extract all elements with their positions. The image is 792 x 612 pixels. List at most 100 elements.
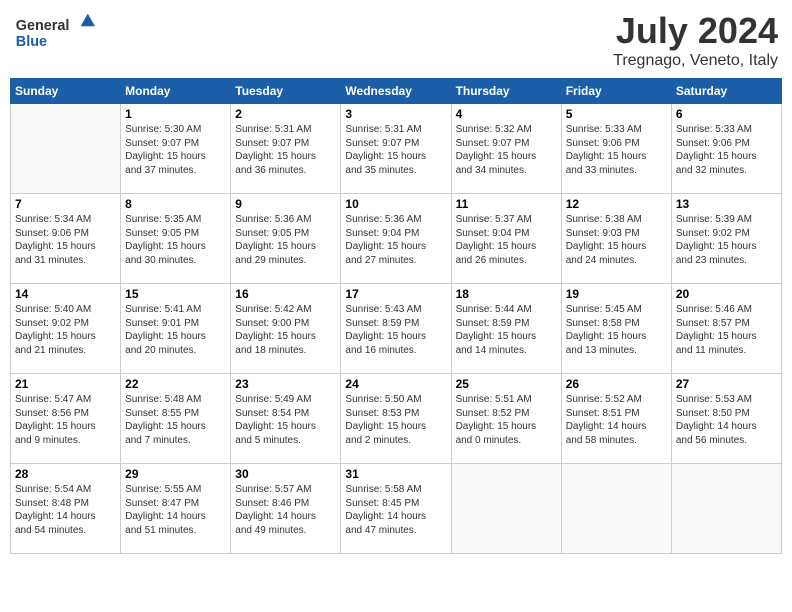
day-info: Sunrise: 5:31 AM Sunset: 9:07 PM Dayligh… bbox=[235, 123, 336, 177]
day-number: 20 bbox=[676, 287, 777, 301]
calendar-cell: 14 Sunrise: 5:40 AM Sunset: 9:02 PM Dayli… bbox=[11, 284, 121, 374]
day-number: 28 bbox=[15, 467, 116, 481]
day-number: 14 bbox=[15, 287, 116, 301]
calendar-cell: 2 Sunrise: 5:31 AM Sunset: 9:07 PM Daylig… bbox=[231, 104, 341, 194]
calendar-cell: 20 Sunrise: 5:46 AM Sunset: 8:57 PM Dayli… bbox=[671, 284, 781, 374]
day-info: Sunrise: 5:36 AM Sunset: 9:05 PM Dayligh… bbox=[235, 213, 336, 267]
calendar-cell: 17Sunrise: 5:43 AM Sunset: 8:59 PM Dayli… bbox=[341, 284, 451, 374]
calendar-cell: 10Sunrise: 5:36 AM Sunset: 9:04 PM Dayli… bbox=[341, 194, 451, 284]
day-info: Sunrise: 5:41 AM Sunset: 9:01 PM Dayligh… bbox=[125, 303, 226, 357]
calendar-cell: 6 Sunrise: 5:33 AM Sunset: 9:06 PM Daylig… bbox=[671, 104, 781, 194]
day-of-week-header: Friday bbox=[561, 79, 671, 104]
day-number: 16 bbox=[235, 287, 336, 301]
svg-text:Blue: Blue bbox=[16, 34, 47, 50]
calendar-table: SundayMondayTuesdayWednesdayThursdayFrid… bbox=[10, 78, 782, 554]
day-number: 24 bbox=[345, 377, 446, 391]
day-info: Sunrise: 5:58 AM Sunset: 8:45 PM Dayligh… bbox=[345, 483, 446, 537]
calendar-cell: 30 Sunrise: 5:57 AM Sunset: 8:46 PM Dayli… bbox=[231, 464, 341, 554]
calendar-cell: 9Sunrise: 5:36 AM Sunset: 9:05 PM Daylig… bbox=[231, 194, 341, 284]
day-info: Sunrise: 5:33 AM Sunset: 9:06 PM Dayligh… bbox=[676, 123, 777, 177]
day-number: 13 bbox=[676, 197, 777, 211]
day-info: Sunrise: 5:36 AM Sunset: 9:04 PM Dayligh… bbox=[345, 213, 446, 267]
day-of-week-header: Tuesday bbox=[231, 79, 341, 104]
day-number: 3 bbox=[345, 107, 446, 121]
day-info: Sunrise: 5:45 AM Sunset: 8:58 PM Dayligh… bbox=[566, 303, 667, 357]
calendar-cell bbox=[451, 464, 561, 554]
calendar-cell: 18 Sunrise: 5:44 AM Sunset: 8:59 PM Dayli… bbox=[451, 284, 561, 374]
day-number: 12 bbox=[566, 197, 667, 211]
day-info: Sunrise: 5:34 AM Sunset: 9:06 PM Dayligh… bbox=[15, 213, 116, 267]
day-number: 26 bbox=[566, 377, 667, 391]
calendar-cell: 26 Sunrise: 5:52 AM Sunset: 8:51 PM Dayli… bbox=[561, 374, 671, 464]
calendar-cell bbox=[11, 104, 121, 194]
day-info: Sunrise: 5:51 AM Sunset: 8:52 PM Dayligh… bbox=[456, 393, 557, 447]
calendar-week-row: 21 Sunrise: 5:47 AM Sunset: 8:56 PM Dayli… bbox=[11, 374, 782, 464]
svg-text:General: General bbox=[16, 18, 70, 34]
day-info: Sunrise: 5:40 AM Sunset: 9:02 PM Dayligh… bbox=[15, 303, 116, 357]
title-area: July 2024 Tregnago, Veneto, Italy bbox=[613, 10, 778, 70]
calendar-cell: 7 Sunrise: 5:34 AM Sunset: 9:06 PM Daylig… bbox=[11, 194, 121, 284]
location-title: Tregnago, Veneto, Italy bbox=[613, 52, 778, 70]
day-info: Sunrise: 5:42 AM Sunset: 9:00 PM Dayligh… bbox=[235, 303, 336, 357]
day-of-week-header: Monday bbox=[121, 79, 231, 104]
day-number: 1 bbox=[125, 107, 226, 121]
calendar-cell: 28Sunrise: 5:54 AM Sunset: 8:48 PM Dayli… bbox=[11, 464, 121, 554]
calendar-cell: 5 Sunrise: 5:33 AM Sunset: 9:06 PM Daylig… bbox=[561, 104, 671, 194]
day-info: Sunrise: 5:30 AM Sunset: 9:07 PM Dayligh… bbox=[125, 123, 226, 177]
day-number: 27 bbox=[676, 377, 777, 391]
calendar-cell: 12 Sunrise: 5:38 AM Sunset: 9:03 PM Dayli… bbox=[561, 194, 671, 284]
day-number: 19 bbox=[566, 287, 667, 301]
day-info: Sunrise: 5:48 AM Sunset: 8:55 PM Dayligh… bbox=[125, 393, 226, 447]
day-number: 15 bbox=[125, 287, 226, 301]
calendar-cell: 1 Sunrise: 5:30 AM Sunset: 9:07 PM Daylig… bbox=[121, 104, 231, 194]
day-number: 25 bbox=[456, 377, 557, 391]
day-number: 11 bbox=[456, 197, 557, 211]
day-info: Sunrise: 5:57 AM Sunset: 8:46 PM Dayligh… bbox=[235, 483, 336, 537]
day-number: 30 bbox=[235, 467, 336, 481]
day-info: Sunrise: 5:38 AM Sunset: 9:03 PM Dayligh… bbox=[566, 213, 667, 267]
calendar-cell: 4 Sunrise: 5:32 AM Sunset: 9:07 PM Daylig… bbox=[451, 104, 561, 194]
day-number: 4 bbox=[456, 107, 557, 121]
day-info: Sunrise: 5:44 AM Sunset: 8:59 PM Dayligh… bbox=[456, 303, 557, 357]
day-number: 5 bbox=[566, 107, 667, 121]
calendar-week-row: 7 Sunrise: 5:34 AM Sunset: 9:06 PM Daylig… bbox=[11, 194, 782, 284]
day-of-week-header: Wednesday bbox=[341, 79, 451, 104]
day-info: Sunrise: 5:39 AM Sunset: 9:02 PM Dayligh… bbox=[676, 213, 777, 267]
day-number: 18 bbox=[456, 287, 557, 301]
day-number: 2 bbox=[235, 107, 336, 121]
calendar-cell: 15 Sunrise: 5:41 AM Sunset: 9:01 PM Dayli… bbox=[121, 284, 231, 374]
day-number: 7 bbox=[15, 197, 116, 211]
day-info: Sunrise: 5:55 AM Sunset: 8:47 PM Dayligh… bbox=[125, 483, 226, 537]
day-number: 22 bbox=[125, 377, 226, 391]
calendar-cell: 8Sunrise: 5:35 AM Sunset: 9:05 PM Daylig… bbox=[121, 194, 231, 284]
calendar-week-row: 28Sunrise: 5:54 AM Sunset: 8:48 PM Dayli… bbox=[11, 464, 782, 554]
calendar-cell: 24Sunrise: 5:50 AM Sunset: 8:53 PM Dayli… bbox=[341, 374, 451, 464]
day-info: Sunrise: 5:52 AM Sunset: 8:51 PM Dayligh… bbox=[566, 393, 667, 447]
day-number: 31 bbox=[345, 467, 446, 481]
calendar-cell: 16 Sunrise: 5:42 AM Sunset: 9:00 PM Dayli… bbox=[231, 284, 341, 374]
calendar-cell bbox=[671, 464, 781, 554]
day-info: Sunrise: 5:32 AM Sunset: 9:07 PM Dayligh… bbox=[456, 123, 557, 177]
calendar-cell: 3Sunrise: 5:31 AM Sunset: 9:07 PM Daylig… bbox=[341, 104, 451, 194]
logo: General Blue bbox=[14, 10, 104, 55]
day-info: Sunrise: 5:33 AM Sunset: 9:06 PM Dayligh… bbox=[566, 123, 667, 177]
month-title: July 2024 bbox=[613, 10, 778, 52]
calendar-cell: 13 Sunrise: 5:39 AM Sunset: 9:02 PM Dayli… bbox=[671, 194, 781, 284]
day-of-week-header: Sunday bbox=[11, 79, 121, 104]
calendar-week-row: 1 Sunrise: 5:30 AM Sunset: 9:07 PM Daylig… bbox=[11, 104, 782, 194]
calendar-week-row: 14 Sunrise: 5:40 AM Sunset: 9:02 PM Dayli… bbox=[11, 284, 782, 374]
calendar-cell: 11 Sunrise: 5:37 AM Sunset: 9:04 PM Dayli… bbox=[451, 194, 561, 284]
calendar-cell: 29Sunrise: 5:55 AM Sunset: 8:47 PM Dayli… bbox=[121, 464, 231, 554]
day-info: Sunrise: 5:35 AM Sunset: 9:05 PM Dayligh… bbox=[125, 213, 226, 267]
day-info: Sunrise: 5:47 AM Sunset: 8:56 PM Dayligh… bbox=[15, 393, 116, 447]
day-info: Sunrise: 5:46 AM Sunset: 8:57 PM Dayligh… bbox=[676, 303, 777, 357]
logo-svg: General Blue bbox=[14, 10, 104, 55]
day-info: Sunrise: 5:53 AM Sunset: 8:50 PM Dayligh… bbox=[676, 393, 777, 447]
calendar-cell bbox=[561, 464, 671, 554]
day-of-week-header: Saturday bbox=[671, 79, 781, 104]
day-info: Sunrise: 5:37 AM Sunset: 9:04 PM Dayligh… bbox=[456, 213, 557, 267]
day-number: 6 bbox=[676, 107, 777, 121]
day-number: 21 bbox=[15, 377, 116, 391]
calendar-cell: 19 Sunrise: 5:45 AM Sunset: 8:58 PM Dayli… bbox=[561, 284, 671, 374]
calendar-cell: 21 Sunrise: 5:47 AM Sunset: 8:56 PM Dayli… bbox=[11, 374, 121, 464]
